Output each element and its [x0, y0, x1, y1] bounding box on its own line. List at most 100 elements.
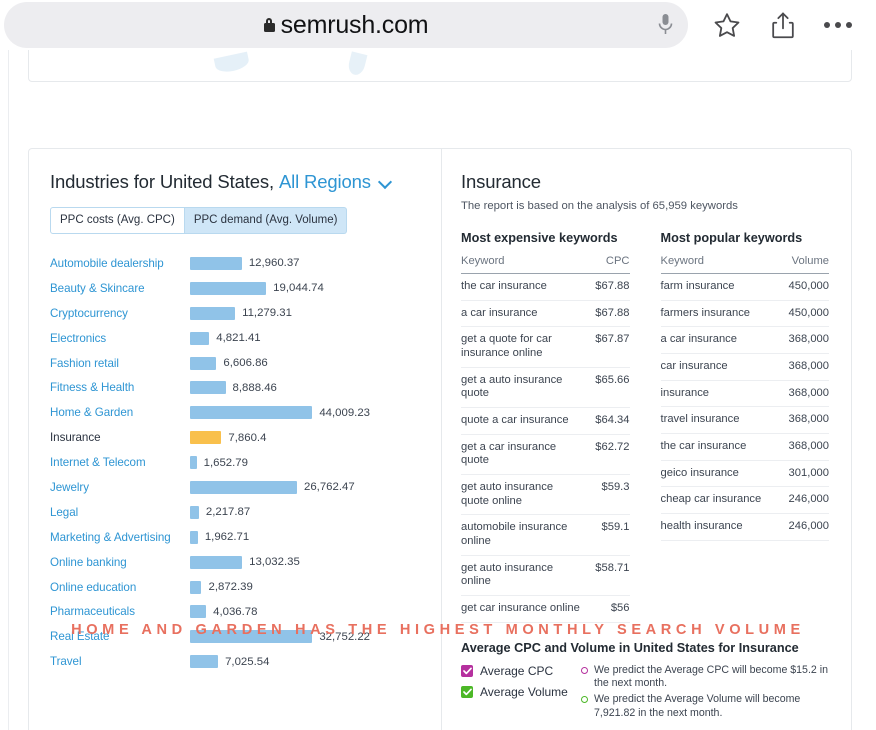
- industry-row[interactable]: Legal 2,217.87: [50, 500, 422, 525]
- table-row[interactable]: travel insurance 368,000: [660, 407, 829, 434]
- cpc-volume-chart-block: Average CPC and Volume in United States …: [461, 641, 829, 730]
- industry-value: 7,860.4: [228, 431, 267, 444]
- industry-bar-zone: 7,860.4: [190, 431, 370, 445]
- industry-name: Legal: [50, 505, 79, 519]
- table-row[interactable]: car insurance 368,000: [660, 354, 829, 381]
- industries-list: Automobile dealership 12,960.37 Beauty & S…: [50, 251, 422, 674]
- industry-value: 8,888.46: [232, 381, 277, 394]
- checkbox-average-volume[interactable]: [461, 685, 473, 698]
- table-row[interactable]: quote a car insurance $64.34: [461, 408, 630, 435]
- industry-bar: [190, 580, 202, 594]
- table-header: Keyword Volume: [660, 255, 829, 274]
- prediction-volume: We predict the Average Volume will becom…: [581, 693, 829, 721]
- keyword-value: 368,000: [788, 359, 829, 372]
- microphone-icon: [658, 14, 672, 34]
- toggle-ppc-demand[interactable]: PPC demand (Avg. Volume): [184, 207, 348, 234]
- table-row[interactable]: get auto insurance quote online $59.3: [461, 475, 630, 516]
- industry-value: 2,872.39: [208, 581, 253, 594]
- table-row[interactable]: get a car insurance quote $62.72: [461, 435, 630, 475]
- star-icon: [714, 12, 740, 37]
- industry-name: Home & Garden: [50, 406, 134, 420]
- table-row[interactable]: farm insurance 450,000: [660, 274, 829, 301]
- keyword-value: $64.34: [595, 413, 630, 426]
- address-bar[interactable]: semrush.com: [4, 2, 688, 48]
- more-options-button[interactable]: [824, 22, 852, 28]
- industry-bar: [190, 406, 313, 420]
- keyword-term: get a quote for car insurance online: [461, 333, 552, 359]
- table-row[interactable]: get auto insurance online $58.71: [461, 556, 630, 596]
- industry-row[interactable]: Automobile dealership 12,960.37: [50, 251, 422, 276]
- industry-row[interactable]: Electronics 4,821.41: [50, 326, 422, 351]
- industry-row[interactable]: Online banking 13,032.35: [50, 550, 422, 575]
- checkbox-average-cpc[interactable]: [461, 664, 473, 677]
- microphone-button[interactable]: [640, 5, 690, 45]
- keyword-term: get auto insurance quote online: [461, 480, 554, 507]
- keyword-value: $58.71: [595, 561, 630, 574]
- table-row[interactable]: cheap car insurance 246,000: [660, 487, 829, 514]
- industry-row[interactable]: Marketing & Advertising 1,962.71: [50, 525, 422, 550]
- table-row[interactable]: get car insurance online $56: [461, 596, 630, 623]
- keyword-term: the car insurance: [660, 439, 747, 452]
- bookmark-button[interactable]: [712, 11, 742, 40]
- more-dots-icon: [824, 22, 830, 28]
- industry-row[interactable]: Cryptocurrency 11,279.31: [50, 301, 422, 326]
- region-selector-link[interactable]: All Regions: [279, 171, 371, 193]
- share-icon: [772, 12, 794, 38]
- report-subtitle: The report is based on the analysis of 6…: [461, 200, 738, 212]
- industry-row[interactable]: Travel 7,025.54: [50, 649, 422, 674]
- table-row[interactable]: get a auto insurance quote $65.66: [461, 368, 630, 408]
- keyword-value: 368,000: [788, 333, 829, 346]
- industry-name: Online education: [50, 580, 137, 594]
- keyword-value: $56: [610, 601, 630, 614]
- industry-row[interactable]: Online education 2,872.39: [50, 575, 422, 600]
- industry-row[interactable]: Pharmaceuticals 4,036.78: [50, 599, 422, 624]
- industry-row[interactable]: Insurance 7,860.4: [50, 425, 422, 450]
- share-button[interactable]: [770, 11, 796, 40]
- table-row[interactable]: a car insurance 368,000: [660, 327, 829, 354]
- industry-name: Cryptocurrency: [50, 306, 128, 320]
- industry-bar: [190, 505, 199, 519]
- table-row[interactable]: health insurance 246,000: [660, 514, 829, 541]
- industry-name: Fashion retail: [50, 356, 119, 370]
- industry-row[interactable]: Internet & Telecom 1,652.79: [50, 450, 422, 475]
- table-row[interactable]: get a quote for car insurance online $67.…: [461, 327, 630, 368]
- legend-item-average-cpc[interactable]: Average CPC: [461, 664, 571, 678]
- industry-name: Marketing & Advertising: [50, 530, 171, 544]
- industry-bar: [190, 306, 236, 320]
- table-row[interactable]: farmers insurance 450,000: [660, 301, 829, 328]
- industry-row[interactable]: Beauty & Skincare 19,044.74: [50, 276, 422, 301]
- legend-item-average-volume[interactable]: Average Volume: [461, 685, 571, 699]
- table-row[interactable]: the car insurance $67.88: [461, 274, 630, 301]
- insurance-panel: Insurance The report is based on the ana…: [440, 149, 851, 730]
- keyword-value: 301,000: [788, 466, 829, 479]
- industry-row[interactable]: Jewelry 26,762.47: [50, 475, 422, 500]
- industry-value: 13,032.35: [249, 556, 300, 569]
- check-icon: [462, 688, 472, 695]
- table-row[interactable]: the car insurance 368,000: [660, 434, 829, 461]
- industry-row[interactable]: Real Estate 32,752.22: [50, 624, 422, 649]
- industry-bar-zone: 2,872.39: [190, 580, 370, 594]
- table-row[interactable]: automobile insurance online $59.1: [461, 515, 630, 556]
- industry-bar-zone: 8,888.46: [190, 381, 370, 395]
- table-row[interactable]: insurance 368,000: [660, 381, 829, 408]
- toggle-ppc-costs[interactable]: PPC costs (Avg. CPC): [50, 207, 185, 234]
- industry-bar-zone: 12,960.37: [190, 256, 370, 270]
- keyword-value: $59.1: [601, 521, 630, 534]
- industry-bar-zone: 11,279.31: [190, 306, 370, 320]
- chevron-down-icon[interactable]: [380, 177, 391, 184]
- keyword-value: $67.87: [595, 333, 630, 346]
- industry-row[interactable]: Fitness & Health 8,888.46: [50, 375, 422, 400]
- table-row[interactable]: a car insurance $67.88: [461, 301, 630, 328]
- industry-bar-zone: 4,036.78: [190, 605, 370, 619]
- industry-value: 4,821.41: [216, 332, 261, 345]
- industry-name: Fitness & Health: [50, 381, 135, 395]
- legend-label-average-volume: Average Volume: [480, 684, 568, 699]
- industry-row[interactable]: Home & Garden 44,009.23: [50, 400, 422, 425]
- industry-row[interactable]: Fashion retail 6,606.86: [50, 351, 422, 376]
- table-row[interactable]: geico insurance 301,000: [660, 461, 829, 488]
- legend-label-average-cpc: Average CPC: [480, 663, 554, 678]
- keyword-term: insurance: [660, 386, 710, 399]
- industry-name: Internet & Telecom: [50, 456, 146, 470]
- industries-panel: Industries for United States, All Region…: [29, 149, 440, 730]
- industry-bar: [190, 605, 207, 619]
